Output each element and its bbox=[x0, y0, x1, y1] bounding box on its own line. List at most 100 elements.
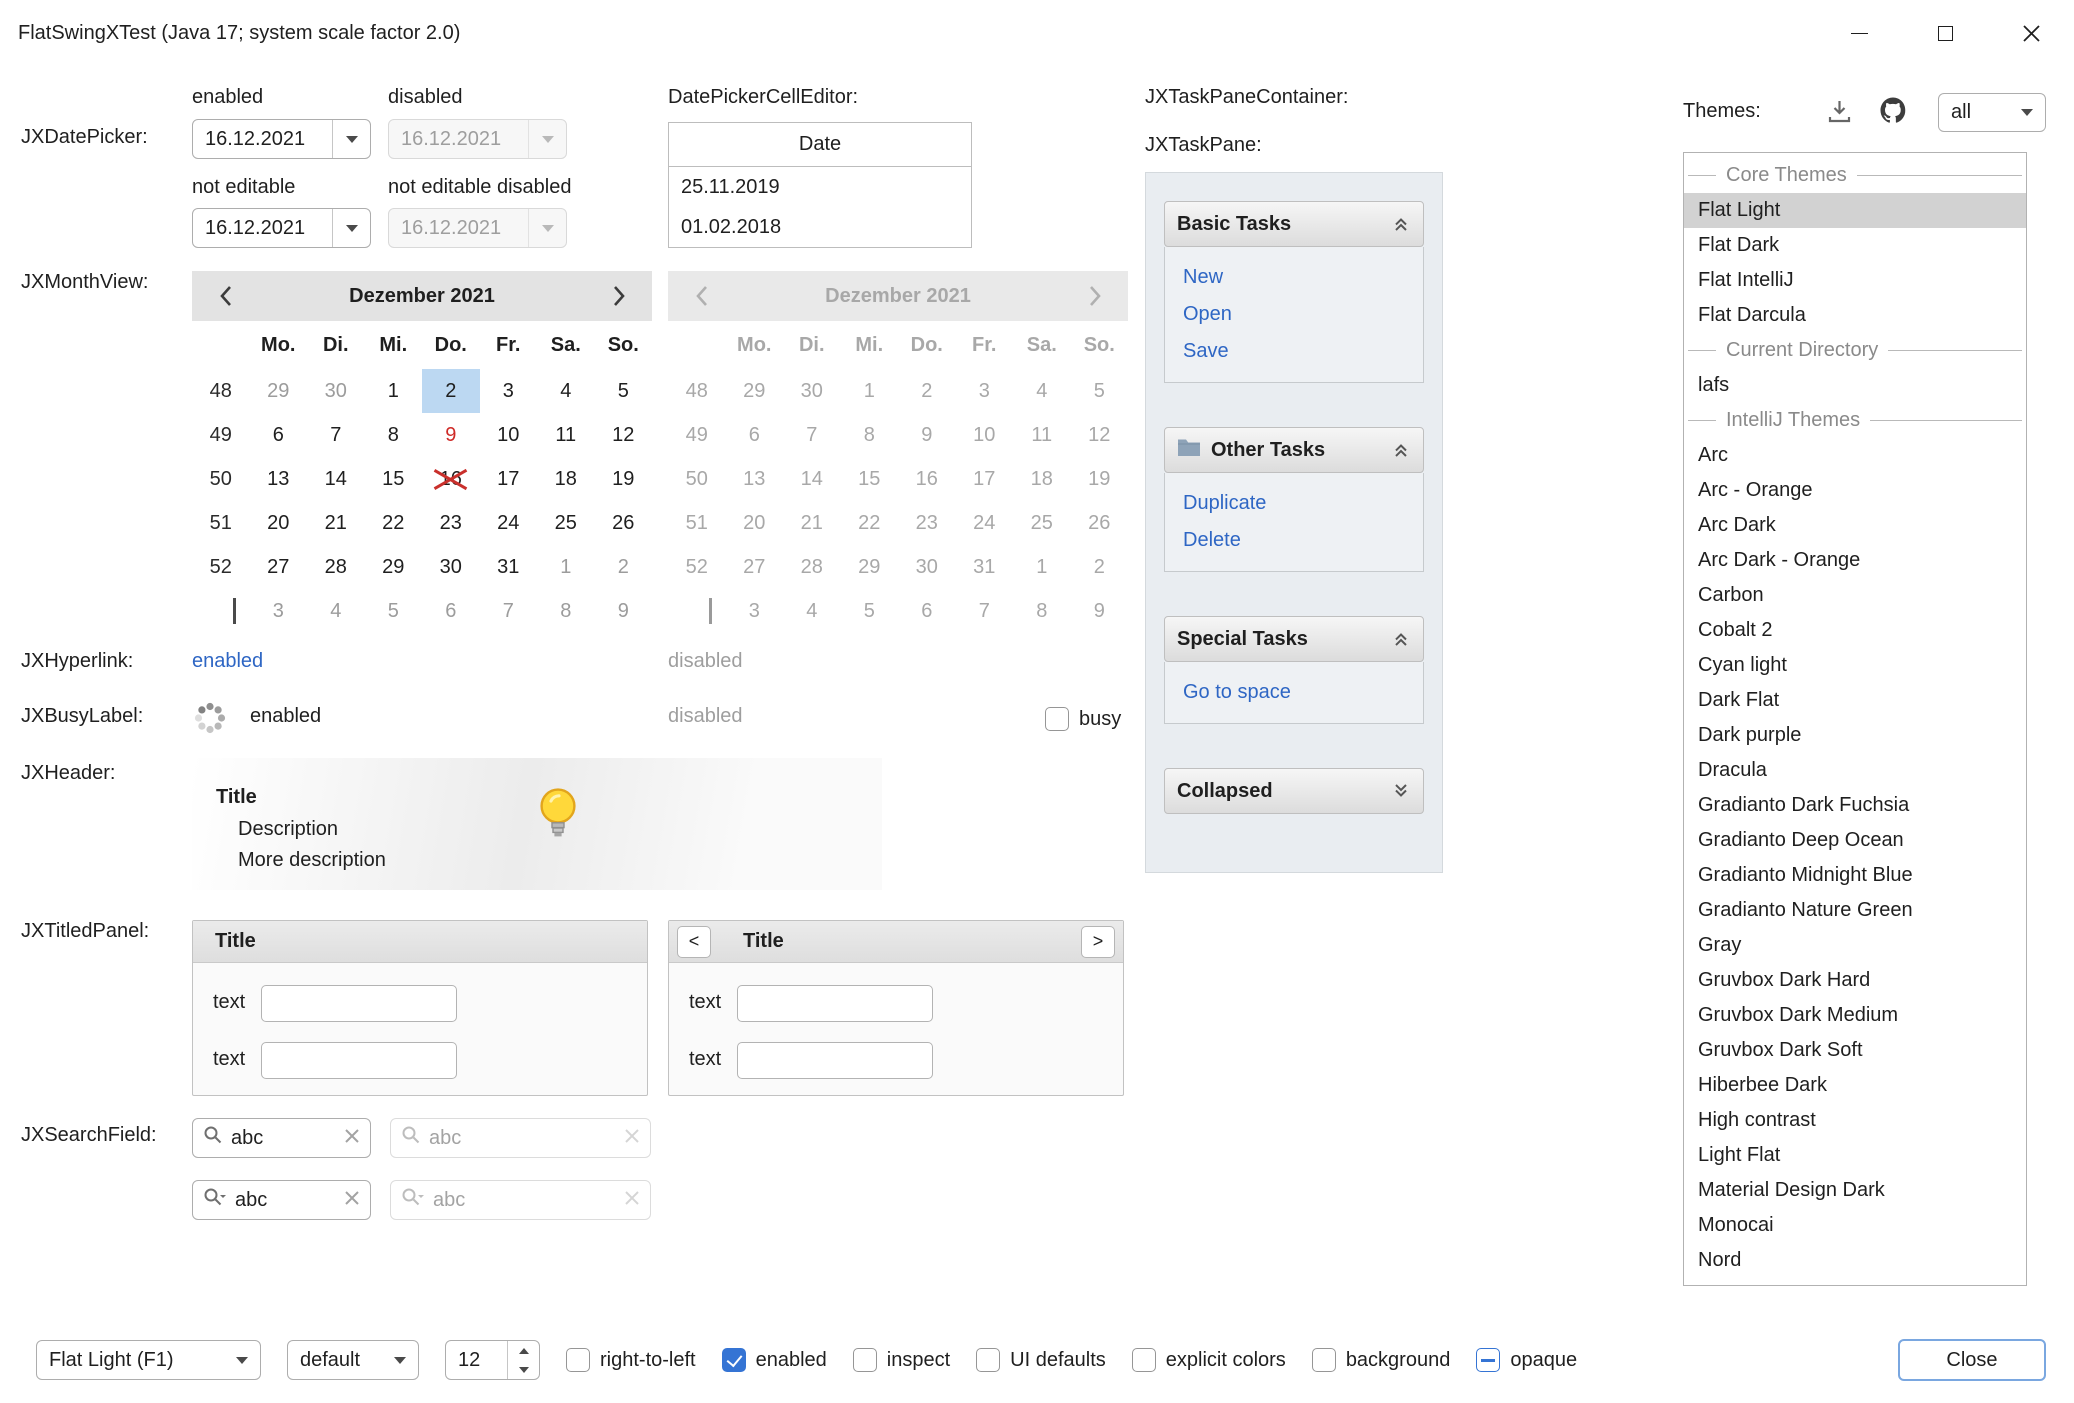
checkbox-box[interactable] bbox=[566, 1348, 590, 1372]
taskpane-title-bar[interactable]: Special Tasks bbox=[1164, 616, 1424, 662]
collapse-icon[interactable] bbox=[1391, 440, 1411, 460]
calendar-day[interactable]: 7 bbox=[307, 413, 365, 457]
taskpane-link-new[interactable]: New bbox=[1165, 259, 1423, 296]
theme-list-item[interactable]: Gruvbox Dark Medium bbox=[1684, 998, 2026, 1033]
search-field-enabled[interactable] bbox=[192, 1118, 371, 1158]
theme-list-item[interactable]: Arc - Orange bbox=[1684, 473, 2026, 508]
calendar-day[interactable]: 6 bbox=[250, 413, 308, 457]
calendar-day[interactable]: 17 bbox=[480, 457, 538, 501]
search-input[interactable] bbox=[231, 1127, 336, 1150]
datepicker-dropdown-button[interactable] bbox=[332, 120, 370, 158]
calendar-day[interactable]: 29 bbox=[250, 369, 308, 413]
calendar-day[interactable]: 20 bbox=[250, 501, 308, 545]
theme-list-item[interactable]: Gruvbox Dark Hard bbox=[1684, 963, 2026, 998]
datepicker-value[interactable]: 16.12.2021 bbox=[193, 128, 332, 151]
calendar-day[interactable]: 30 bbox=[307, 369, 365, 413]
checkbox-inspect[interactable]: inspect bbox=[853, 1348, 950, 1372]
calendar-day[interactable]: 9 bbox=[422, 413, 480, 457]
calendar-day[interactable]: 4 bbox=[307, 589, 365, 633]
font-size-spinner[interactable]: 12 bbox=[445, 1340, 540, 1380]
github-icon[interactable] bbox=[1878, 95, 1908, 131]
theme-list-item[interactable]: Arc Dark bbox=[1684, 508, 2026, 543]
calendar-day[interactable]: 9 bbox=[595, 589, 653, 633]
calendar-day[interactable]: 24 bbox=[480, 501, 538, 545]
calendar-day[interactable]: 28 bbox=[307, 545, 365, 589]
search-input[interactable] bbox=[235, 1189, 336, 1212]
theme-list-item[interactable]: Material Design Dark bbox=[1684, 1173, 2026, 1208]
calendar-day[interactable]: 5 bbox=[595, 369, 653, 413]
title-bar[interactable]: FlatSwingXTest (Java 17; system scale fa… bbox=[0, 0, 2074, 66]
checkbox-box[interactable] bbox=[722, 1348, 746, 1372]
calendar-day[interactable]: 6 bbox=[422, 589, 480, 633]
theme-list-item[interactable]: Dark Flat bbox=[1684, 683, 2026, 718]
theme-list-item[interactable]: Light Flat bbox=[1684, 1138, 2026, 1173]
taskpane-title-bar[interactable]: Other Tasks bbox=[1164, 427, 1424, 473]
calendar-day[interactable]: 21 bbox=[307, 501, 365, 545]
theme-list-item[interactable]: Dark purple bbox=[1684, 718, 2026, 753]
checkbox-box[interactable] bbox=[1132, 1348, 1156, 1372]
calendar-day[interactable]: 5 bbox=[365, 589, 423, 633]
next-month-button[interactable] bbox=[606, 283, 632, 309]
checkbox-box[interactable] bbox=[853, 1348, 877, 1372]
text-input[interactable] bbox=[261, 985, 457, 1022]
calendar-day[interactable]: 18 bbox=[537, 457, 595, 501]
calendar-day[interactable]: 23 bbox=[422, 501, 480, 545]
taskpane-link-save[interactable]: Save bbox=[1165, 333, 1423, 370]
search-menu-icon[interactable] bbox=[203, 1187, 227, 1213]
calendar-day[interactable]: 12 bbox=[595, 413, 653, 457]
expand-icon[interactable] bbox=[1391, 781, 1411, 801]
calendar-day[interactable]: 27 bbox=[250, 545, 308, 589]
close-window-button[interactable] bbox=[1988, 0, 2074, 66]
hyperlink-enabled[interactable]: enabled bbox=[192, 650, 263, 673]
theme-list-item[interactable]: lafs bbox=[1684, 368, 2026, 403]
calendar-day[interactable]: 19 bbox=[595, 457, 653, 501]
calendar-day[interactable]: 25 bbox=[537, 501, 595, 545]
calendar-day[interactable]: 1 bbox=[537, 545, 595, 589]
theme-list-item[interactable]: Cyan light bbox=[1684, 648, 2026, 683]
checkbox-box[interactable] bbox=[976, 1348, 1000, 1372]
theme-list-item[interactable]: Monocai bbox=[1684, 1208, 2026, 1243]
theme-list-item[interactable]: Gradianto Nature Green bbox=[1684, 893, 2026, 928]
close-button[interactable]: Close bbox=[1898, 1339, 2046, 1381]
checkbox-right-to-left[interactable]: right-to-left bbox=[566, 1348, 696, 1372]
theme-list-item[interactable]: Flat Dark bbox=[1684, 228, 2026, 263]
spinner-up-button[interactable] bbox=[508, 1341, 539, 1360]
datepicker-not-editable[interactable]: 16.12.2021 bbox=[192, 208, 371, 248]
text-input[interactable] bbox=[261, 1042, 457, 1079]
theme-list-item[interactable]: Arc Dark - Orange bbox=[1684, 543, 2026, 578]
calendar-day[interactable]: 8 bbox=[537, 589, 595, 633]
busy-checkbox[interactable]: busy bbox=[1045, 707, 1121, 731]
calendar-day[interactable]: 7 bbox=[480, 589, 538, 633]
titled-panel-next-button[interactable]: > bbox=[1081, 926, 1115, 958]
date-table-row[interactable]: 01.02.2018 bbox=[669, 207, 971, 247]
theme-list-item[interactable]: Gray bbox=[1684, 928, 2026, 963]
checkbox-enabled[interactable]: enabled bbox=[722, 1348, 827, 1372]
taskpane-link-duplicate[interactable]: Duplicate bbox=[1165, 485, 1423, 522]
calendar-day[interactable]: 4 bbox=[537, 369, 595, 413]
minimize-button[interactable] bbox=[1816, 0, 1902, 66]
titled-panel-prev-button[interactable]: < bbox=[677, 926, 711, 958]
date-table-row[interactable]: 25.11.2019 bbox=[669, 167, 971, 207]
theme-list-item[interactable]: Flat Darcula bbox=[1684, 298, 2026, 333]
theme-list-item[interactable]: Flat IntelliJ bbox=[1684, 263, 2026, 298]
calendar-day[interactable]: 14 bbox=[307, 457, 365, 501]
theme-list-item[interactable]: Arc bbox=[1684, 438, 2026, 473]
theme-filter-select[interactable]: all bbox=[1938, 93, 2046, 132]
download-themes-icon[interactable] bbox=[1826, 98, 1853, 131]
calendar-day[interactable]: 2 bbox=[595, 545, 653, 589]
clear-search-icon[interactable] bbox=[344, 1189, 360, 1212]
taskpane-title-bar[interactable]: Collapsed bbox=[1164, 768, 1424, 814]
laf-select[interactable]: Flat Light (F1) bbox=[36, 1340, 261, 1380]
datepicker-dropdown-button[interactable] bbox=[332, 209, 370, 247]
maximize-button[interactable] bbox=[1902, 0, 1988, 66]
previous-month-button[interactable] bbox=[212, 283, 238, 309]
checkbox-box[interactable] bbox=[1045, 707, 1069, 731]
checkbox-opaque[interactable]: opaque bbox=[1476, 1348, 1577, 1372]
font-select[interactable]: default bbox=[287, 1340, 419, 1380]
calendar-day[interactable]: 26 bbox=[595, 501, 653, 545]
taskpane-title-bar[interactable]: Basic Tasks bbox=[1164, 201, 1424, 247]
spinner-down-button[interactable] bbox=[508, 1360, 539, 1379]
theme-list-item[interactable]: Dracula bbox=[1684, 753, 2026, 788]
collapse-icon[interactable] bbox=[1391, 629, 1411, 649]
checkbox-box[interactable] bbox=[1476, 1348, 1500, 1372]
